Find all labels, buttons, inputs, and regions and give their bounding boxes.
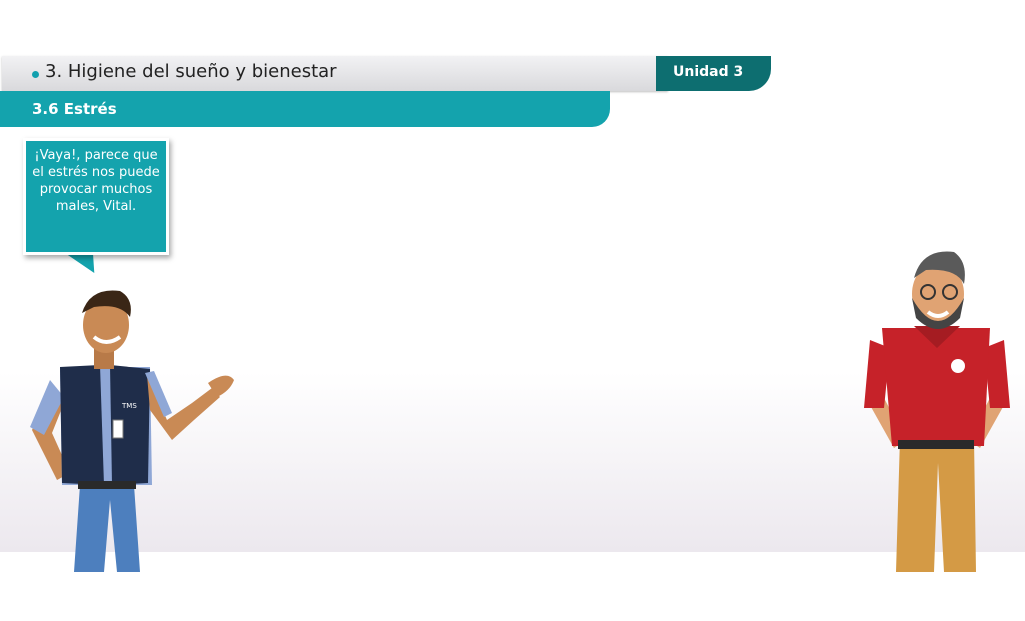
section-title: 3.6 Estrés xyxy=(32,100,117,118)
unit-badge-label: Unidad 3 xyxy=(673,64,744,80)
speech-bubble-text: ¡Vaya!, parece que el estrés nos puede p… xyxy=(32,148,160,214)
bullet-icon xyxy=(32,71,39,78)
unit-badge: Unidad 3 xyxy=(656,56,771,91)
speech-bubble: ¡Vaya!, parece que el estrés nos puede p… xyxy=(23,138,169,255)
male-character-right xyxy=(864,251,1010,572)
male-character-left: TMS xyxy=(30,290,234,572)
section-bar: 3.6 Estrés xyxy=(0,91,610,127)
vest-logo: TMS xyxy=(121,402,137,410)
unit-header-bar: 3. Higiene del sueño y bienestar xyxy=(2,56,668,91)
unit-title: 3. Higiene del sueño y bienestar xyxy=(45,61,337,82)
